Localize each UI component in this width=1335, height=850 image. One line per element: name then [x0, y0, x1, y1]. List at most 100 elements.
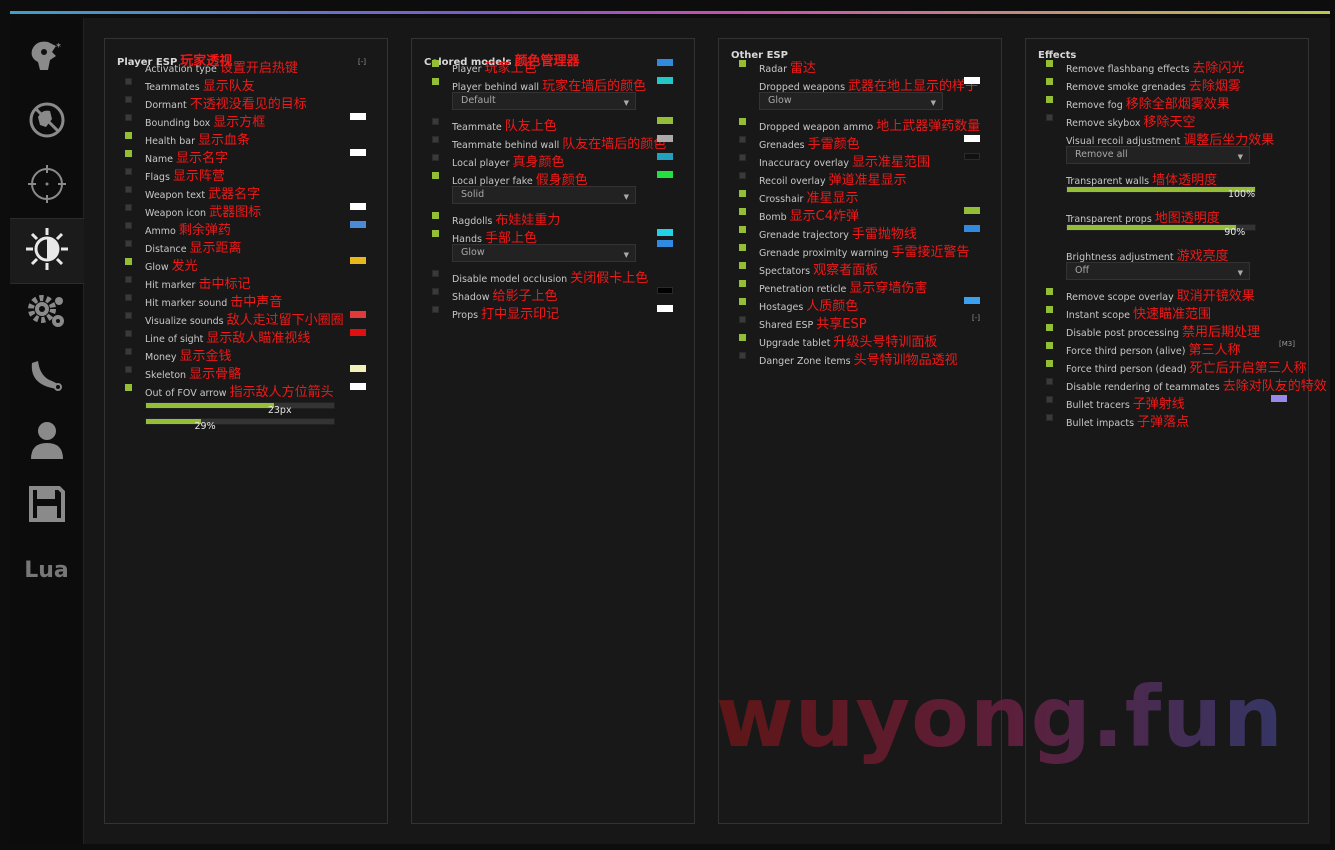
color-swatch[interactable]	[657, 153, 673, 160]
checkbox[interactable]	[432, 288, 439, 295]
sidebar-tab-player[interactable]	[10, 410, 83, 474]
color-swatch[interactable]	[350, 257, 366, 264]
checkbox[interactable]	[1046, 114, 1053, 121]
checkbox[interactable]	[1046, 396, 1053, 403]
checkbox[interactable]	[1046, 288, 1053, 295]
color-swatch[interactable]	[964, 135, 980, 142]
color-swatch[interactable]	[657, 240, 673, 247]
checkbox[interactable]	[125, 222, 132, 229]
checkbox[interactable]	[125, 114, 132, 121]
checkbox[interactable]	[1046, 378, 1053, 385]
checkbox[interactable]	[739, 280, 746, 287]
color-swatch[interactable]	[964, 207, 980, 214]
slider[interactable]: 100%	[1066, 186, 1256, 200]
slider[interactable]: 90%	[1066, 224, 1256, 238]
checkbox[interactable]	[1046, 324, 1053, 331]
color-swatch[interactable]	[350, 311, 366, 318]
hotkey-indicator[interactable]: [-]	[972, 314, 980, 322]
slider[interactable]: 29%	[145, 418, 335, 432]
color-swatch[interactable]	[657, 77, 673, 84]
checkbox[interactable]	[1046, 78, 1053, 85]
checkbox[interactable]	[432, 230, 439, 237]
sidebar-tab-knife[interactable]	[10, 346, 83, 410]
color-swatch[interactable]	[350, 203, 366, 210]
color-swatch[interactable]	[657, 117, 673, 124]
sidebar-tab-lua[interactable]: Lua	[10, 538, 83, 602]
color-swatch[interactable]	[657, 59, 673, 66]
hotkey-indicator[interactable]: [M3]	[1279, 340, 1295, 348]
checkbox[interactable]	[1046, 414, 1053, 421]
checkbox[interactable]	[432, 136, 439, 143]
checkbox[interactable]	[739, 352, 746, 359]
checkbox[interactable]	[125, 384, 132, 391]
checkbox[interactable]	[125, 96, 132, 103]
checkbox[interactable]	[125, 348, 132, 355]
checkbox[interactable]	[125, 150, 132, 157]
color-swatch[interactable]	[350, 329, 366, 336]
checkbox[interactable]	[125, 240, 132, 247]
checkbox[interactable]	[125, 186, 132, 193]
checkbox[interactable]	[432, 306, 439, 313]
color-swatch[interactable]	[657, 305, 673, 312]
checkbox[interactable]	[125, 168, 132, 175]
checkbox[interactable]	[125, 312, 132, 319]
dropdown-off[interactable]: Off ▼	[1066, 262, 1250, 280]
checkbox[interactable]	[125, 78, 132, 85]
color-swatch[interactable]	[350, 221, 366, 228]
checkbox[interactable]	[125, 204, 132, 211]
checkbox[interactable]	[739, 190, 746, 197]
checkbox[interactable]	[739, 298, 746, 305]
sidebar-tab-crosshair[interactable]	[10, 154, 83, 218]
checkbox[interactable]	[432, 212, 439, 219]
checkbox[interactable]	[432, 172, 439, 179]
checkbox[interactable]	[739, 244, 746, 251]
color-swatch[interactable]	[657, 229, 673, 236]
checkbox[interactable]	[125, 132, 132, 139]
checkbox[interactable]	[432, 270, 439, 277]
dropdown-glow[interactable]: Glow ▼	[759, 92, 943, 110]
sidebar-tab-gears[interactable]	[10, 282, 83, 346]
checkbox[interactable]	[1046, 360, 1053, 367]
slider[interactable]: 23px	[145, 402, 335, 416]
checkbox[interactable]	[739, 316, 746, 323]
hotkey-indicator[interactable]: [-]	[358, 58, 366, 66]
checkbox[interactable]	[739, 172, 746, 179]
dropdown-glow[interactable]: Glow ▼	[452, 244, 636, 262]
checkbox[interactable]	[125, 330, 132, 337]
checkbox[interactable]	[1046, 96, 1053, 103]
checkbox[interactable]	[125, 276, 132, 283]
color-swatch[interactable]	[964, 297, 980, 304]
checkbox[interactable]	[739, 208, 746, 215]
sidebar-tab-visuals-contrast[interactable]	[10, 218, 84, 284]
checkbox[interactable]	[1046, 306, 1053, 313]
color-swatch[interactable]	[657, 287, 673, 294]
checkbox[interactable]	[125, 366, 132, 373]
checkbox[interactable]	[432, 78, 439, 85]
sidebar-tab-rage-head[interactable]: *	[10, 26, 83, 90]
checkbox[interactable]	[739, 60, 746, 67]
color-swatch[interactable]	[350, 113, 366, 120]
color-swatch[interactable]	[964, 153, 980, 160]
checkbox[interactable]	[739, 334, 746, 341]
color-swatch[interactable]	[964, 77, 980, 84]
checkbox[interactable]	[739, 262, 746, 269]
dropdown-solid[interactable]: Solid ▼	[452, 186, 636, 204]
checkbox[interactable]	[739, 136, 746, 143]
checkbox[interactable]	[432, 118, 439, 125]
color-swatch[interactable]	[657, 171, 673, 178]
color-swatch[interactable]	[350, 149, 366, 156]
sidebar-tab-save-disk[interactable]	[10, 474, 83, 538]
color-swatch[interactable]	[657, 135, 673, 142]
color-swatch[interactable]	[350, 383, 366, 390]
color-swatch[interactable]	[350, 365, 366, 372]
checkbox[interactable]	[125, 294, 132, 301]
dropdown-default[interactable]: Default ▼	[452, 92, 636, 110]
checkbox[interactable]	[739, 118, 746, 125]
color-swatch[interactable]	[1271, 395, 1287, 402]
dropdown-remove-all[interactable]: Remove all ▼	[1066, 146, 1250, 164]
checkbox[interactable]	[1046, 342, 1053, 349]
checkbox[interactable]	[432, 60, 439, 67]
checkbox[interactable]	[739, 226, 746, 233]
checkbox[interactable]	[739, 154, 746, 161]
color-swatch[interactable]	[964, 225, 980, 232]
